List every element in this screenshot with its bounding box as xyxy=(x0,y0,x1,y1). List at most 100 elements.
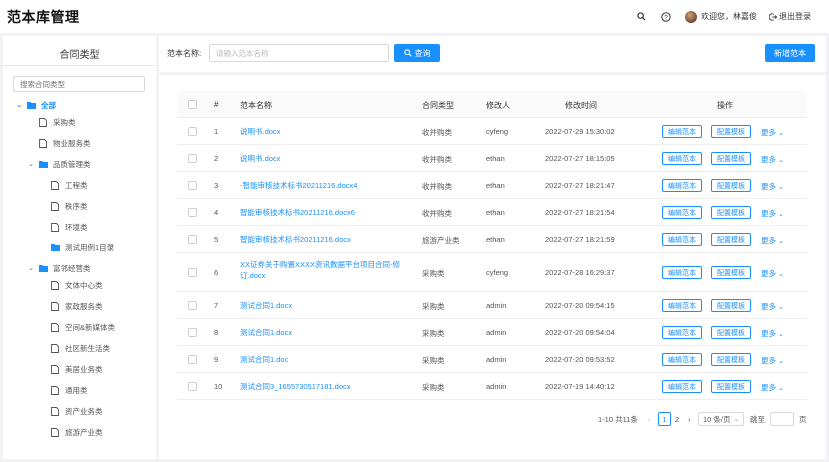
tree-item-general[interactable]: 通用类 xyxy=(51,383,88,397)
tree-item-order[interactable]: 秩序类 xyxy=(51,199,88,213)
row-checkbox[interactable] xyxy=(188,208,197,217)
tree-item-all[interactable]: ⌄ 全部 xyxy=(15,98,56,112)
tree-item-environment[interactable]: 环境类 xyxy=(51,220,88,234)
avatar[interactable] xyxy=(685,10,697,23)
tree-item-space-media[interactable]: 空间&新媒体类 xyxy=(51,320,115,334)
config-template-button[interactable]: 配置模板 xyxy=(711,179,751,192)
template-name-link[interactable]: 测试合同1.docx xyxy=(240,327,402,338)
tree-item-community[interactable]: 社区新生活类 xyxy=(51,341,110,355)
tree-item-culture[interactable]: 文体中心类 xyxy=(51,278,103,292)
template-name-input[interactable] xyxy=(209,44,389,62)
logout-button[interactable]: 退出登录 xyxy=(769,11,811,22)
row-checkbox[interactable] xyxy=(188,355,197,364)
edit-template-button[interactable]: 编辑范本 xyxy=(662,179,702,192)
row-checkbox[interactable] xyxy=(188,301,197,310)
template-name-link[interactable]: 说明书.docx xyxy=(240,153,402,164)
tree-item-housekeeping[interactable]: 家政服务类 xyxy=(51,299,103,313)
help-icon[interactable]: ? xyxy=(660,11,672,23)
template-name-link[interactable]: XX证券关于购置XXXX资讯数据平台项目合同-修订.docx xyxy=(240,259,402,281)
tree-item-asset[interactable]: 资产业务类 xyxy=(51,404,103,418)
contract-type-search-input[interactable] xyxy=(13,76,145,92)
page-size-select[interactable]: 10 条/页 ⌄ xyxy=(698,412,744,426)
tree-item-tourism[interactable]: 旅游产业类 xyxy=(51,425,103,439)
tree-item-property[interactable]: 物业服务类 xyxy=(39,136,91,150)
jump-page-input[interactable] xyxy=(770,412,794,426)
row-time: 2022-07-20 09:53:52 xyxy=(545,355,615,364)
more-menu[interactable]: 更多 ⌄ xyxy=(761,268,784,279)
config-template-button[interactable]: 配置模板 xyxy=(711,299,751,312)
page-size-value: 10 条/页 xyxy=(703,414,731,424)
chevron-down-icon: ⌄ xyxy=(778,358,784,365)
template-name-link[interactable]: 测试合同1.doc xyxy=(240,354,402,365)
prev-page-icon[interactable]: ‹ xyxy=(648,412,651,426)
chevron-down-icon: ⌄ xyxy=(733,416,740,423)
more-menu[interactable]: 更多 ⌄ xyxy=(761,382,784,393)
template-name-link[interactable]: 说明书.docx xyxy=(240,126,402,137)
chevron-down-icon[interactable]: ⌄ xyxy=(15,101,23,109)
more-menu[interactable]: 更多 ⌄ xyxy=(761,301,784,312)
more-menu[interactable]: 更多 ⌄ xyxy=(761,328,784,339)
jump-label: 跳至 xyxy=(750,414,765,424)
sidebar: 合同类型 ⌄ 全部 采购类 物业服务类 ⌄ 品质管理类 工程类 秩序类 环境类 … xyxy=(3,36,156,459)
config-template-button[interactable]: 配置模板 xyxy=(711,353,751,366)
row-checkbox[interactable] xyxy=(188,268,197,277)
edit-template-button[interactable]: 编辑范本 xyxy=(662,266,702,279)
row-checkbox[interactable] xyxy=(188,328,197,337)
edit-template-button[interactable]: 编辑范本 xyxy=(662,152,702,165)
tree-item-quality[interactable]: ⌄ 品质管理类 xyxy=(27,157,90,171)
row-checkbox[interactable] xyxy=(188,154,197,163)
query-button[interactable]: 查询 xyxy=(394,44,440,62)
template-name-link[interactable]: 测试合同3_1655730517181.docx xyxy=(240,381,402,392)
more-menu[interactable]: 更多 ⌄ xyxy=(761,154,784,165)
row-editor: ethan xyxy=(486,181,505,190)
edit-template-button[interactable]: 编辑范本 xyxy=(662,326,702,339)
row-editor: ethan xyxy=(486,235,505,244)
config-template-button[interactable]: 配置模板 xyxy=(711,125,751,138)
config-template-button[interactable]: 配置模板 xyxy=(711,206,751,219)
template-name-link[interactable]: 测试合同1.docx xyxy=(240,300,402,311)
chevron-down-icon[interactable]: ⌄ xyxy=(27,264,35,272)
tree-item-label: 美居业务类 xyxy=(65,364,103,374)
template-name-link[interactable]: -智能审核技术标书20211216.docx4 xyxy=(240,180,402,191)
tree-item-business[interactable]: ⌄ 富邻经营类 xyxy=(27,261,90,275)
more-menu[interactable]: 更多 ⌄ xyxy=(761,181,784,192)
row-type: 采购类 xyxy=(422,269,445,278)
config-template-button[interactable]: 配置模板 xyxy=(711,152,751,165)
config-template-button[interactable]: 配置模板 xyxy=(711,266,751,279)
search-icon[interactable] xyxy=(635,11,647,23)
folder-icon xyxy=(39,264,48,273)
add-template-button[interactable]: 新增范本 xyxy=(765,44,815,62)
config-template-button[interactable]: 配置模板 xyxy=(711,380,751,393)
tree-item-test-dir[interactable]: 测试用例1目录 xyxy=(51,240,114,254)
template-name-link[interactable]: 智能审核技术标书20211216.docx6 xyxy=(240,207,402,218)
page-1-button[interactable]: 1 xyxy=(658,412,671,426)
more-menu[interactable]: 更多 ⌄ xyxy=(761,208,784,219)
tree-item-purchase[interactable]: 采购类 xyxy=(39,115,76,129)
edit-template-button[interactable]: 编辑范本 xyxy=(662,353,702,366)
tree-item-engineering[interactable]: 工程类 xyxy=(51,178,88,192)
more-menu[interactable]: 更多 ⌄ xyxy=(761,127,784,138)
edit-template-button[interactable]: 编辑范本 xyxy=(662,299,702,312)
page-2-button[interactable]: 2 xyxy=(671,412,683,426)
edit-template-button[interactable]: 编辑范本 xyxy=(662,380,702,393)
edit-template-button[interactable]: 编辑范本 xyxy=(662,125,702,138)
more-menu[interactable]: 更多 ⌄ xyxy=(761,355,784,366)
next-page-icon[interactable]: › xyxy=(688,412,691,426)
row-time: 2022-07-27 18:15:05 xyxy=(545,154,615,163)
template-name-link[interactable]: 智能审核技术标书20211216.docx xyxy=(240,234,402,245)
select-all-checkbox[interactable] xyxy=(188,100,197,109)
row-index: 10 xyxy=(214,382,223,391)
table-header: # 范本名称 合同类型 修改人 修改时间 操作 xyxy=(177,91,807,118)
row-checkbox[interactable] xyxy=(188,181,197,190)
edit-template-button[interactable]: 编辑范本 xyxy=(662,206,702,219)
row-checkbox[interactable] xyxy=(188,382,197,391)
row-checkbox[interactable] xyxy=(188,127,197,136)
config-template-button[interactable]: 配置模板 xyxy=(711,326,751,339)
edit-template-button[interactable]: 编辑范本 xyxy=(662,233,702,246)
more-menu[interactable]: 更多 ⌄ xyxy=(761,235,784,246)
tree-item-home[interactable]: 美居业务类 xyxy=(51,362,103,376)
chevron-down-icon[interactable]: ⌄ xyxy=(27,160,35,168)
config-template-button[interactable]: 配置模板 xyxy=(711,233,751,246)
chevron-down-icon: ⌄ xyxy=(778,385,784,392)
row-checkbox[interactable] xyxy=(188,235,197,244)
